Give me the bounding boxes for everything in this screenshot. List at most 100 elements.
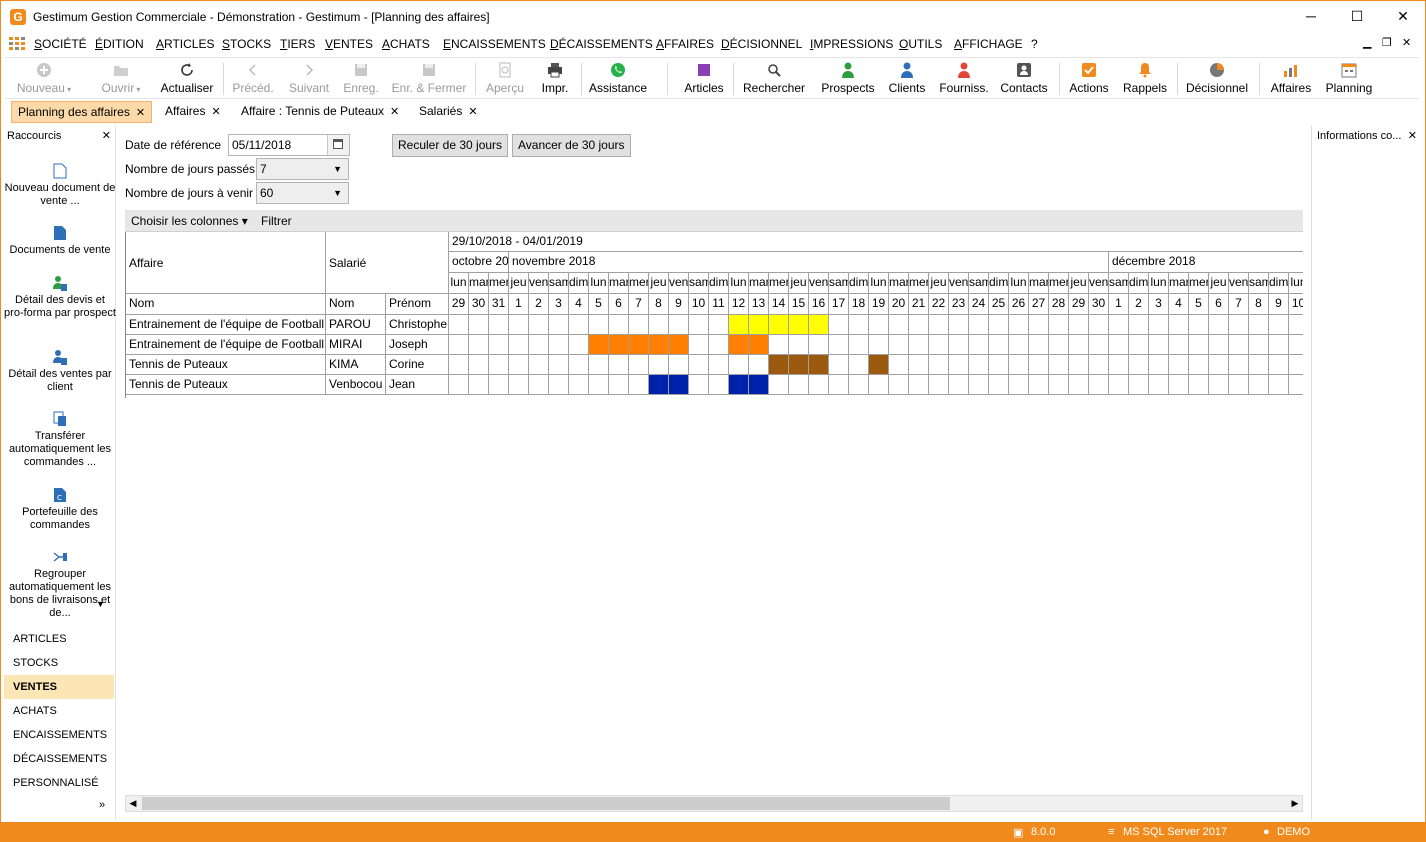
planning-day-cell[interactable] [569, 335, 589, 355]
planning-day-cell[interactable] [869, 335, 889, 355]
shortcut-detail-ventes[interactable]: Détail des ventes par client [4, 349, 116, 394]
planning-day-cell[interactable] [1209, 315, 1229, 335]
planning-day-cell[interactable] [949, 355, 969, 375]
planning-assigned-cell[interactable] [749, 335, 769, 355]
planning-day-cell[interactable] [1029, 335, 1049, 355]
planning-day-cell[interactable] [789, 335, 809, 355]
planning-day-cell[interactable] [829, 375, 849, 395]
planning-day-cell[interactable] [1249, 375, 1269, 395]
planning-assigned-cell[interactable] [669, 335, 689, 355]
planning-day-cell[interactable] [1049, 355, 1069, 375]
planning-day-cell[interactable] [1169, 315, 1189, 335]
planning-day-cell[interactable] [1089, 355, 1109, 375]
planning-day-cell[interactable] [889, 375, 909, 395]
planning-assigned-cell[interactable] [809, 355, 829, 375]
planning-day-cell[interactable] [929, 335, 949, 355]
planning-day-cell[interactable] [689, 335, 709, 355]
planning-day-cell[interactable] [1189, 335, 1209, 355]
planning-day-cell[interactable] [489, 315, 509, 335]
planning-day-cell[interactable] [1229, 335, 1249, 355]
planning-day-cell[interactable] [949, 315, 969, 335]
affaires-toolbar-button[interactable]: Affaires [1263, 58, 1319, 100]
planning-day-cell[interactable] [869, 375, 889, 395]
planning-day-cell[interactable] [1149, 315, 1169, 335]
planning-day-cell[interactable] [1169, 375, 1189, 395]
planning-day-cell[interactable] [449, 315, 469, 335]
shortcut-detail-devis[interactable]: Détail des devis et pro-forma par prospe… [4, 275, 116, 320]
precedent-button[interactable]: Précéd. [227, 58, 279, 100]
planning-assigned-cell[interactable] [789, 355, 809, 375]
minimize-button[interactable]: ─ [1288, 1, 1334, 32]
assistance-button[interactable]: Assistance [585, 58, 651, 100]
planning-day-cell[interactable] [1129, 335, 1149, 355]
avancer-30-jours-button[interactable]: Avancer de 30 jours [512, 134, 631, 157]
prospects-button[interactable]: Prospects [815, 58, 881, 100]
planning-day-cell[interactable] [1029, 355, 1049, 375]
planning-day-cell[interactable] [809, 335, 829, 355]
planning-day-cell[interactable] [1129, 315, 1149, 335]
close-panel-icon[interactable]: ✕ [102, 129, 111, 142]
planning-day-cell[interactable] [1129, 355, 1149, 375]
planning-day-cell[interactable] [829, 355, 849, 375]
planning-assigned-cell[interactable] [769, 355, 789, 375]
planning-assigned-cell[interactable] [669, 375, 689, 395]
planning-day-cell[interactable] [909, 355, 929, 375]
planning-day-cell[interactable] [509, 315, 529, 335]
planning-day-cell[interactable] [589, 375, 609, 395]
planning-day-cell[interactable] [849, 355, 869, 375]
menu-decisionnel[interactable]: DÉCISIONNEL [721, 37, 802, 51]
planning-assigned-cell[interactable] [809, 315, 829, 335]
planning-day-cell[interactable] [1089, 375, 1109, 395]
planning-assigned-cell[interactable] [749, 375, 769, 395]
planning-day-cell[interactable] [549, 335, 569, 355]
horizontal-scrollbar[interactable]: ◀ ▶ [125, 795, 1303, 812]
planning-day-cell[interactable] [849, 315, 869, 335]
planning-day-cell[interactable] [989, 355, 1009, 375]
nav-section-decaissements[interactable]: DÉCAISSEMENTS [4, 747, 114, 771]
menu-affichage[interactable]: AFFICHAGE [954, 37, 1023, 51]
planning-day-cell[interactable] [469, 315, 489, 335]
menu-articles[interactable]: ARTICLES [156, 37, 214, 51]
planning-day-cell[interactable] [869, 315, 889, 335]
fournisseurs-button[interactable]: Fourniss. [933, 58, 995, 100]
planning-day-cell[interactable] [589, 315, 609, 335]
shortcut-nouveau-document[interactable]: Nouveau document de vente ... [4, 163, 116, 208]
planning-assigned-cell[interactable] [729, 335, 749, 355]
planning-day-cell[interactable] [969, 355, 989, 375]
planning-day-cell[interactable] [469, 335, 489, 355]
planning-day-cell[interactable] [809, 375, 829, 395]
planning-day-cell[interactable] [1029, 375, 1049, 395]
planning-day-cell[interactable] [969, 335, 989, 355]
planning-assigned-cell[interactable] [609, 335, 629, 355]
planning-day-cell[interactable] [929, 375, 949, 395]
scroll-right-icon[interactable]: ▶ [1288, 796, 1302, 811]
planning-day-cell[interactable] [609, 375, 629, 395]
planning-day-cell[interactable] [1069, 355, 1089, 375]
planning-day-cell[interactable] [1009, 315, 1029, 335]
mdi-close-button[interactable]: ✕ [1402, 36, 1411, 49]
imprimer-button[interactable]: Impr. [533, 58, 577, 100]
menu-ventes[interactable]: VENTES [325, 37, 373, 51]
planning-day-cell[interactable] [989, 315, 1009, 335]
menu-societe[interactable]: SOCIÉTÉ [34, 37, 87, 51]
planning-day-cell[interactable] [1189, 375, 1209, 395]
planning-day-cell[interactable] [549, 355, 569, 375]
articles-toolbar-button[interactable]: Articles [677, 58, 731, 100]
planning-assigned-cell[interactable] [649, 375, 669, 395]
planning-day-cell[interactable] [449, 335, 469, 355]
actions-button[interactable]: Actions [1063, 58, 1115, 100]
planning-day-cell[interactable] [1249, 355, 1269, 375]
shortcut-portefeuille[interactable]: C Portefeuille des commandes [4, 487, 116, 532]
planning-day-cell[interactable] [489, 335, 509, 355]
planning-day-cell[interactable] [749, 355, 769, 375]
planning-assigned-cell[interactable] [749, 315, 769, 335]
planning-day-cell[interactable] [949, 335, 969, 355]
planning-day-cell[interactable] [969, 375, 989, 395]
clients-button[interactable]: Clients [881, 58, 933, 100]
reculer-30-jours-button[interactable]: Reculer de 30 jours [392, 134, 509, 157]
planning-assigned-cell[interactable] [589, 335, 609, 355]
planning-day-cell[interactable] [509, 375, 529, 395]
planning-day-cell[interactable] [1049, 375, 1069, 395]
planning-day-cell[interactable] [689, 315, 709, 335]
rappels-button[interactable]: Rappels [1117, 58, 1173, 100]
